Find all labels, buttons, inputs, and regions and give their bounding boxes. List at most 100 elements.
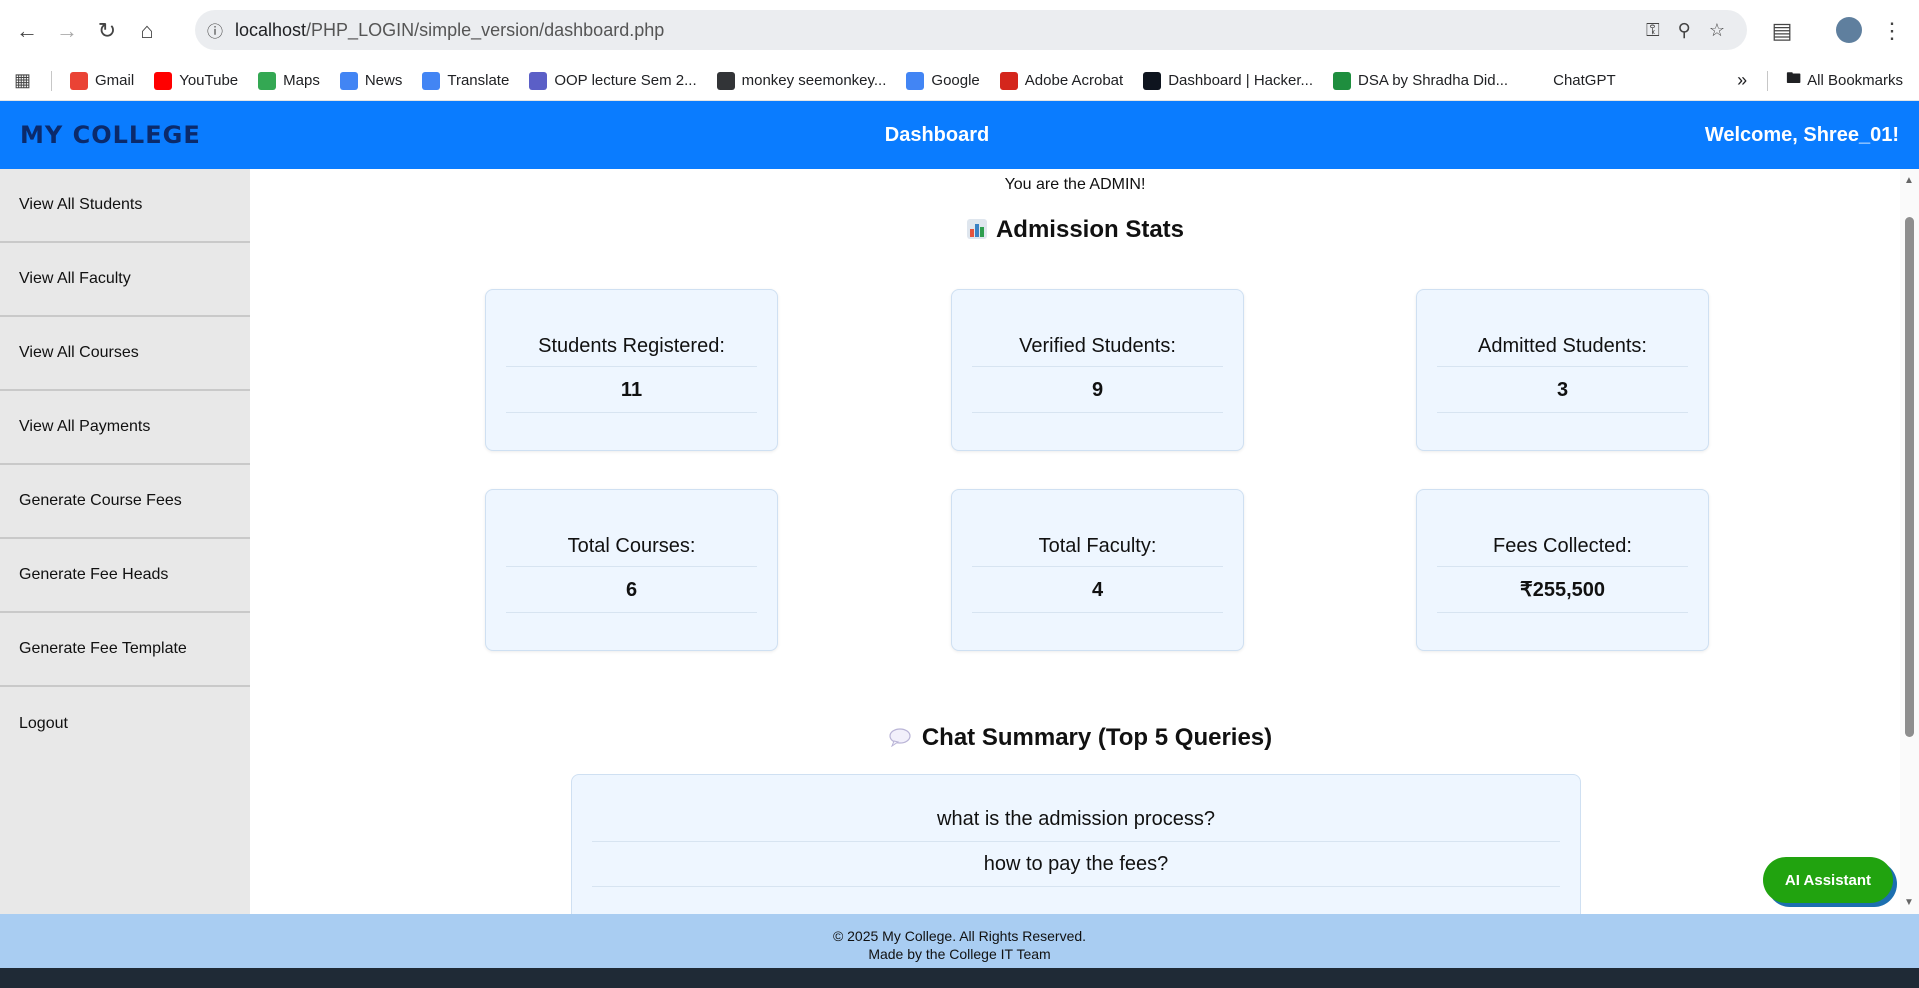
bookmark-label: Dashboard | Hacker... [1168, 72, 1314, 89]
address-bar[interactable]: ⓘ localhost/PHP_LOGIN/simple_version/das… [195, 10, 1747, 50]
stat-card-total-courses: Total Courses: 6 [485, 489, 778, 651]
bookmark-item[interactable]: YouTube [154, 71, 238, 90]
forward-icon[interactable]: → [47, 11, 87, 51]
stat-card-admitted-students: Admitted Students: 3 [1416, 289, 1709, 451]
sidebar-item-label: View All Faculty [19, 270, 131, 287]
bookmark-favicon-icon [154, 71, 173, 90]
zoom-icon[interactable]: ⚲ [1678, 20, 1691, 41]
bookmark-item[interactable]: ChatGPT [1528, 71, 1616, 90]
page-title: Dashboard [884, 123, 990, 146]
bookmark-item[interactable]: News [339, 71, 403, 90]
sidebar-item-label: Generate Course Fees [19, 492, 182, 509]
sidebar-item-label: Generate Fee Template [19, 640, 187, 657]
stat-card-verified-students: Verified Students: 9 [951, 289, 1244, 451]
bookmark-item[interactable]: Translate [422, 71, 509, 90]
stat-label: Total Faculty: [972, 535, 1223, 567]
scroll-down-icon[interactable]: ▼ [1904, 897, 1914, 908]
sidebar-item-label: View All Courses [19, 344, 139, 361]
bookmark-favicon-icon [716, 71, 735, 90]
stat-label: Verified Students: [972, 335, 1223, 367]
admin-note: You are the ADMIN! [1004, 176, 1146, 193]
footer: © 2025 My College. All Rights Reserved. … [0, 914, 1919, 968]
bookmark-label: Adobe Acrobat [1024, 72, 1124, 89]
os-taskbar [0, 968, 1919, 988]
stat-value: 6 [506, 568, 757, 613]
browser-toolbar: ← → ↻ ⌂ ⓘ localhost/PHP_LOGIN/simple_ver… [0, 0, 1919, 61]
apps-grid-icon[interactable]: ▦ [14, 70, 31, 91]
bookmark-label: News [364, 72, 403, 89]
chat-summary-heading: Chat Summary (Top 5 Queries) [255, 724, 1900, 752]
bookmark-favicon-icon [70, 71, 89, 90]
sidebar-item-label: Generate Fee Heads [19, 566, 169, 583]
bookmark-favicon-icon [258, 71, 277, 90]
welcome-message: Welcome, Shree_01! [1705, 124, 1899, 147]
stat-label: Total Courses: [506, 535, 757, 567]
bookmark-item[interactable]: Google [906, 71, 980, 90]
reload-icon[interactable]: ↻ [87, 11, 127, 51]
sidebar-item-view-all-faculty[interactable]: View All Faculty [0, 243, 250, 317]
sidebar-item-view-all-payments[interactable]: View All Payments [0, 391, 250, 465]
site-info-icon[interactable]: ⓘ [195, 18, 235, 42]
chat-summary-card: what is the admission process? how to pa… [571, 774, 1581, 914]
url-path: /PHP_LOGIN/simple_version/dashboard.php [306, 19, 665, 40]
bookmark-favicon-icon [1143, 71, 1162, 90]
scroll-up-icon[interactable]: ▲ [1904, 175, 1914, 186]
footer-credit: Made by the College IT Team [868, 946, 1051, 962]
more-bookmarks-icon[interactable]: » [1737, 70, 1747, 91]
sidebar-item-generate-course-fees[interactable]: Generate Course Fees [0, 465, 250, 539]
bookmark-item[interactable]: monkey seemonkey... [716, 71, 887, 90]
bookmark-label: DSA by Shradha Did... [1358, 72, 1509, 89]
stat-card-fees-collected: Fees Collected: ₹255,500 [1416, 489, 1709, 651]
bookmark-item[interactable]: DSA by Shradha Did... [1333, 71, 1509, 90]
bookmark-star-icon[interactable]: ☆ [1709, 20, 1725, 41]
bookmark-label: Maps [283, 72, 320, 89]
url-text[interactable]: localhost/PHP_LOGIN/simple_version/dashb… [235, 20, 1646, 41]
home-icon[interactable]: ⌂ [127, 11, 167, 51]
bookmark-item[interactable]: OOP lecture Sem 2... [529, 71, 697, 90]
bookmark-favicon-icon [1528, 71, 1547, 90]
bookmarks-divider [51, 70, 53, 91]
bookmark-favicon-icon [906, 71, 925, 90]
ai-assistant-button[interactable]: AI Assistant [1763, 857, 1893, 903]
bookmark-label: monkey seemonkey... [741, 72, 887, 89]
sidebar-item-view-all-students[interactable]: View All Students [0, 169, 250, 243]
main-content: You are the ADMIN! Admission Stats Stude… [250, 169, 1900, 914]
sidebar-item-view-all-courses[interactable]: View All Courses [0, 317, 250, 391]
menu-dots-icon[interactable]: ⋮ [1872, 11, 1912, 51]
extensions-icon[interactable]: ▤ [1762, 11, 1802, 51]
stats-title: Admission Stats [995, 216, 1185, 243]
sidebar-item-generate-fee-template[interactable]: Generate Fee Template [0, 613, 250, 687]
folder-icon: 🖿 [1786, 70, 1802, 87]
bookmark-item[interactable]: Gmail [70, 71, 135, 90]
app-header: MY COLLEGE Dashboard Welcome, Shree_01! [0, 101, 1919, 169]
sidebar-item-label: View All Students [19, 196, 143, 213]
bookmark-label: Google [931, 72, 980, 89]
bookmark-favicon-icon [1333, 71, 1352, 90]
bookmark-item[interactable]: Dashboard | Hacker... [1143, 71, 1314, 90]
bookmark-favicon-icon [339, 71, 358, 90]
back-icon[interactable]: ← [7, 11, 47, 51]
username: Shree_01! [1803, 123, 1899, 146]
stat-card-total-faculty: Total Faculty: 4 [951, 489, 1244, 651]
bookmark-item[interactable]: Adobe Acrobat [999, 71, 1124, 90]
all-bookmarks[interactable]: All Bookmarks [1807, 72, 1903, 89]
key-icon[interactable]: ⚿ [1646, 20, 1660, 41]
footer-copyright: © 2025 My College. All Rights Reserved. [832, 928, 1087, 944]
bookmark-favicon-icon [529, 71, 548, 90]
sidebar-item-logout[interactable]: Logout [0, 687, 250, 761]
stat-label: Students Registered: [506, 335, 757, 367]
sidebar-item-label: Logout [19, 715, 68, 732]
stats-heading: Admission Stats [250, 216, 1900, 244]
scroll-thumb[interactable] [1905, 217, 1914, 737]
bookmark-label: Gmail [95, 72, 135, 89]
avatar[interactable] [1836, 17, 1862, 43]
sidebar: View All Students View All Faculty View … [0, 169, 250, 914]
sidebar-item-generate-fee-heads[interactable]: Generate Fee Heads [0, 539, 250, 613]
bar-chart-icon [966, 218, 988, 240]
page-scrollbar[interactable]: ▲ ▼ [1900, 169, 1919, 914]
bookmarks-bar: ▦ Gmail YouTube Maps News Translate OOP lectu… [0, 61, 1919, 101]
bookmarks-divider-right [1767, 70, 1769, 91]
bookmark-item[interactable]: Maps [258, 71, 320, 90]
sidebar-item-label: View All Payments [19, 418, 151, 435]
bookmark-favicon-icon [422, 71, 441, 90]
